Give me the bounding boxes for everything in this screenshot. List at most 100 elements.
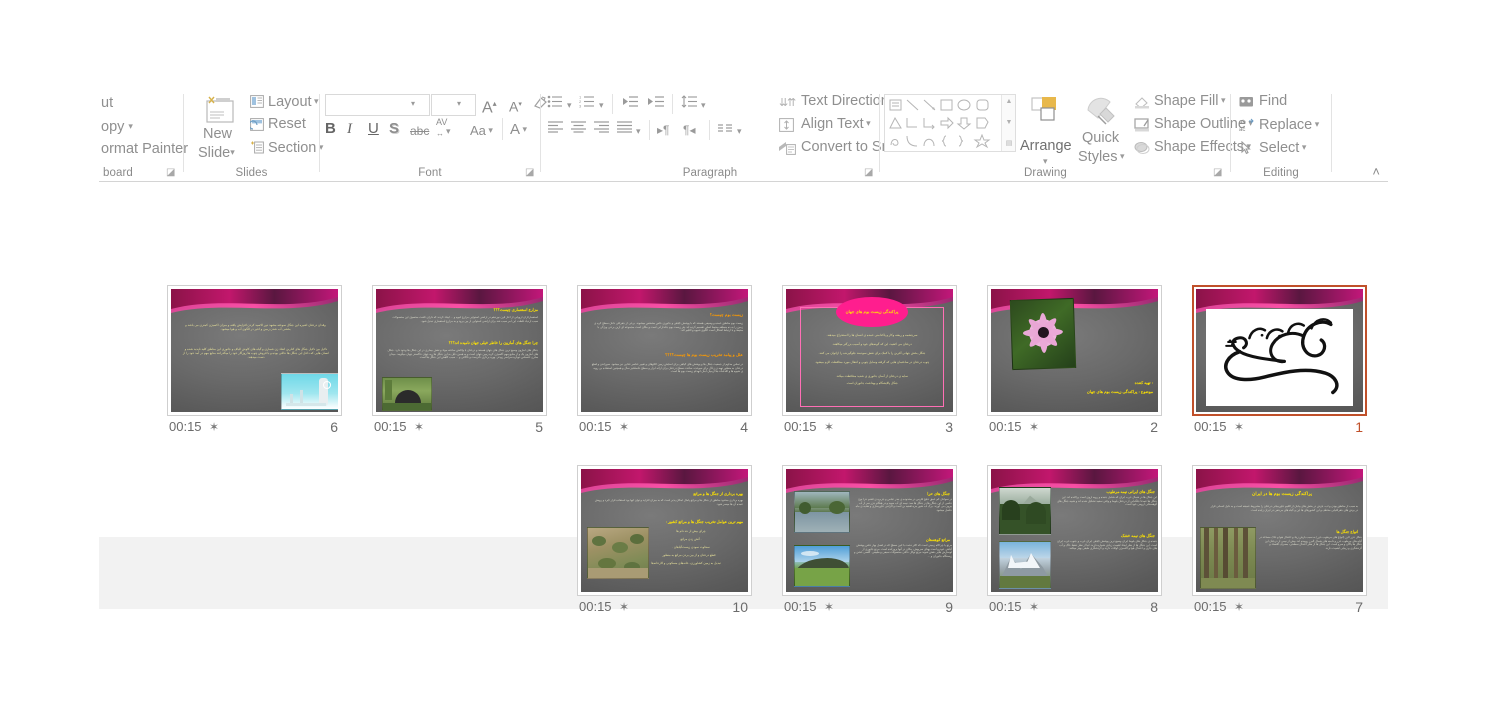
slide-thumbnail-8[interactable]: جنگل های ایرانی نیمه مرطوب این جنگل ها د… bbox=[987, 465, 1162, 620]
slide-thumbnail-1[interactable]: 00:15 ✶ 1 bbox=[1192, 285, 1367, 440]
clipboard-dialog-launcher[interactable]: ◪ bbox=[166, 167, 177, 178]
slide-number: 4 bbox=[740, 419, 748, 435]
shapes-gallery[interactable]: ▲ ▼ ▤ bbox=[884, 94, 1016, 152]
chevron-down-icon: ▾ bbox=[863, 118, 871, 128]
transition-star-icon[interactable]: ✶ bbox=[1234, 420, 1244, 434]
font-name-input[interactable]: ▾ bbox=[325, 94, 430, 116]
shapes-scroll-up-icon[interactable]: ▲ bbox=[1004, 98, 1014, 106]
slide-heading-1: جنگل های ایرانی نیمه مرطوب bbox=[1106, 489, 1155, 494]
slide-thumbnail-7[interactable]: پراکندگی زیست بوم ها در ایران به سبب از … bbox=[1192, 465, 1367, 620]
increase-font-size-button[interactable]: A▴ bbox=[482, 95, 497, 117]
slide-thumbnail-4[interactable]: زیست بوم چیست؟ زیست بوم مناطق عمده و وسی… bbox=[577, 285, 752, 440]
transition-star-icon[interactable]: ✶ bbox=[414, 420, 424, 434]
snowy-mountain-photo bbox=[999, 541, 1051, 589]
underline-button[interactable]: U bbox=[368, 120, 379, 138]
transition-star-icon[interactable]: ✶ bbox=[1234, 600, 1244, 614]
quick-styles-label-line2: Styles ▾ bbox=[1078, 148, 1125, 165]
arrange-chevron-down-icon[interactable]: ▾ bbox=[1043, 156, 1048, 167]
new-slide-button[interactable]: New Slide▾ bbox=[194, 94, 246, 166]
dry-scrubland-photo bbox=[587, 527, 649, 579]
slide-thumbnail-5[interactable]: مزارع استعماری چیست؟؟؟ استعمارگران اروپا… bbox=[372, 285, 547, 440]
decrease-font-size-button[interactable]: A▾ bbox=[509, 96, 522, 116]
slide-heading-1: مزارع استعماری چیست؟؟؟ bbox=[493, 307, 539, 312]
transition-star-icon[interactable]: ✶ bbox=[1029, 420, 1039, 434]
align-right-button[interactable] bbox=[593, 120, 610, 138]
chevron-down-icon: ▾ bbox=[1117, 151, 1125, 161]
columns-chevron-down-icon[interactable]: ▾ bbox=[737, 126, 742, 137]
rtl-text-button[interactable]: ¶◂ bbox=[683, 121, 695, 139]
italic-button[interactable]: I bbox=[347, 120, 352, 138]
slide-caption: 00:15 ✶ 8 bbox=[987, 598, 1162, 618]
shapes-gallery-scrollbar[interactable]: ▲ ▼ ▤ bbox=[1001, 95, 1015, 151]
cut-button[interactable]: ut bbox=[101, 95, 113, 111]
decrease-indent-button[interactable] bbox=[621, 94, 639, 114]
text-shadow-button[interactable]: S bbox=[389, 120, 399, 138]
slide-canvas: مزارع استعماری چیست؟؟؟ استعمارگران اروپا… bbox=[376, 289, 543, 412]
shapes-scroll-down-icon[interactable]: ▼ bbox=[1004, 119, 1014, 127]
bold-button[interactable]: B bbox=[325, 120, 336, 138]
slide-thumbnail-9[interactable]: جنگل های حرا در سواحل کم عمق خلیج فارس د… bbox=[782, 465, 957, 620]
slide-caption: 00:15 ✶ 9 bbox=[782, 598, 957, 618]
quick-styles-label-line1: Quick bbox=[1082, 130, 1120, 146]
align-center-button[interactable] bbox=[570, 120, 587, 138]
character-spacing-button[interactable]: AV ↔ ▾ bbox=[436, 118, 451, 139]
slide-bullet-4: چوب درختان در ساختمان هایی که گرفته وسای… bbox=[814, 360, 930, 364]
collapse-ribbon-button[interactable]: ˄ bbox=[1372, 164, 1380, 179]
ribbon-group-label-editing: Editing bbox=[1263, 167, 1299, 179]
change-case-button[interactable]: Aa ▾ bbox=[470, 121, 493, 140]
numbering-button[interactable]: 1 2 3 bbox=[579, 94, 596, 114]
transition-star-icon[interactable]: ✶ bbox=[1029, 600, 1039, 614]
ribbon-group-slides: New Slide▾ Layout ▾ Reset Section ▾ Slid… bbox=[184, 88, 323, 181]
slide-caption: 00:15 ✶ 10 bbox=[577, 598, 752, 618]
slide-bullet-1: چرای بیش از حد دام ها bbox=[676, 529, 706, 533]
arrange-button[interactable]: Arrange ▾ bbox=[1020, 94, 1072, 166]
strikethrough-button[interactable]: abc bbox=[410, 122, 429, 140]
increase-indent-button[interactable] bbox=[647, 94, 665, 114]
paragraph-dialog-launcher[interactable]: ◪ bbox=[864, 167, 875, 178]
justify-button[interactable] bbox=[616, 120, 633, 138]
paragraph-divider bbox=[649, 120, 650, 140]
slide-bullet-2: درختان می کشید، این که گونه‌های خود و آس… bbox=[832, 342, 912, 346]
layout-label: Layout ▾ bbox=[268, 93, 319, 110]
line-spacing-button[interactable] bbox=[681, 94, 698, 114]
new-slide-label-line2: Slide▾ bbox=[198, 144, 235, 161]
slide-thumbnail-3[interactable]: پراکندگی زیست بوم های جهان سرچشمه و ریشه… bbox=[782, 285, 957, 440]
slide-paragraph-2: جنبده ی جنگل های بلوط ایران وسیع ترین پو… bbox=[1057, 540, 1157, 551]
align-left-button[interactable] bbox=[547, 120, 564, 138]
font-size-input[interactable]: ▾ bbox=[431, 94, 476, 116]
transition-star-icon[interactable]: ✶ bbox=[619, 600, 629, 614]
quick-styles-button[interactable]: Quick Styles ▾ bbox=[1076, 94, 1128, 166]
bullets-button[interactable] bbox=[547, 94, 564, 114]
slide-thumbnail-6[interactable]: وقدان درختان اشیره این جنگل سوخته مشهد د… bbox=[167, 285, 342, 440]
slide-bullet-1: سرچشمه و ریشه وکار و پاکدامنی عمده ی انس… bbox=[826, 333, 918, 337]
section-label-text: Section bbox=[268, 140, 317, 156]
numbering-chevron-down-icon[interactable]: ▾ bbox=[599, 100, 604, 111]
slide-paragraph-1: این جنگل ها در شمال غرب ایران که شامل جن… bbox=[1057, 496, 1157, 507]
transition-star-icon[interactable]: ✶ bbox=[619, 420, 629, 434]
chevron-down-icon: ▾ bbox=[1218, 95, 1226, 105]
justify-chevron-down-icon[interactable]: ▾ bbox=[636, 126, 641, 137]
shape-effects-icon bbox=[1134, 141, 1150, 155]
font-color-button[interactable]: A ▾ bbox=[510, 120, 527, 139]
slide-paragraph-2: مرتع یا چراگاه زمینی است که اکثر دشت با … bbox=[854, 544, 952, 558]
reset-label: Reset bbox=[268, 116, 306, 132]
select-icon bbox=[1240, 141, 1253, 155]
slide-thumbnail-10[interactable]: بهره برداری از جنگل ها و مراتع بهره بردا… bbox=[577, 465, 752, 620]
drawing-dialog-launcher[interactable]: ◪ bbox=[1213, 167, 1224, 178]
slide-paragraph-1: زیست بوم مناطق عمده و وسیعی هستند که با … bbox=[594, 322, 743, 333]
slide-bullet-3: جنگل بخش جهانی آفرین را با کمک برای نقش … bbox=[818, 351, 926, 355]
ltr-text-button[interactable]: ▸¶ bbox=[657, 121, 669, 139]
bullets-chevron-down-icon[interactable]: ▾ bbox=[567, 100, 572, 111]
shapes-more-icon[interactable]: ▤ bbox=[1004, 140, 1014, 148]
columns-button[interactable] bbox=[717, 121, 733, 139]
slide-caption: 00:15 ✶ 2 bbox=[987, 418, 1162, 438]
format-painter-button[interactable]: ormat Painter bbox=[101, 141, 188, 157]
font-dialog-launcher[interactable]: ◪ bbox=[525, 167, 536, 178]
transition-star-icon[interactable]: ✶ bbox=[824, 420, 834, 434]
slide-thumbnail-2[interactable]: : تهیه کننده موضوع : پراکندگی زیست بوم ه… bbox=[987, 285, 1162, 440]
slide-sorter-pane[interactable]: وقدان درختان اشیره این جنگل سوخته مشهد د… bbox=[99, 182, 1388, 615]
line-spacing-chevron-down-icon[interactable]: ▾ bbox=[701, 100, 706, 111]
transition-star-icon[interactable]: ✶ bbox=[824, 600, 834, 614]
copy-button[interactable]: opy ▾ bbox=[101, 118, 133, 135]
transition-star-icon[interactable]: ✶ bbox=[209, 420, 219, 434]
